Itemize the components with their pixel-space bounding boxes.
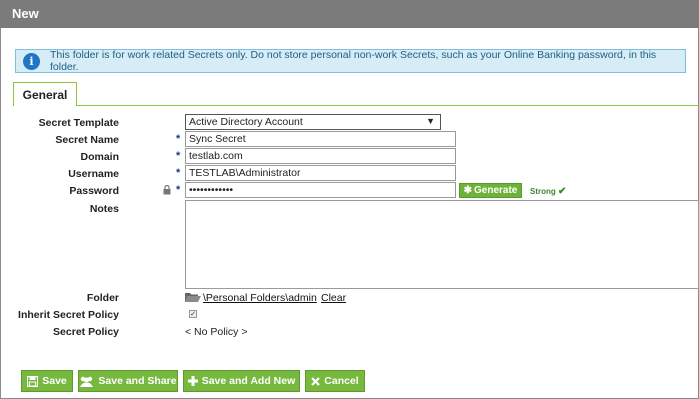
- username-input[interactable]: TESTLAB\Administrator: [185, 165, 456, 181]
- secret-template-label: Secret Template: [38, 117, 119, 129]
- password-value: ••••••••••••: [189, 184, 234, 196]
- save-and-share-button[interactable]: Save and Share: [78, 370, 178, 392]
- inherit-policy-checkbox[interactable]: ✓: [189, 310, 197, 318]
- folder-path-link[interactable]: \Personal Folders\admin: [203, 292, 317, 304]
- generate-password-button[interactable]: ✱ Generate: [459, 183, 522, 198]
- required-star-icon: *: [176, 167, 181, 179]
- users-icon: [79, 376, 94, 387]
- info-banner: i This folder is for work related Secret…: [15, 49, 686, 73]
- save-and-add-new-button[interactable]: Save and Add New: [183, 370, 300, 392]
- domain-value: testlab.com: [189, 150, 243, 162]
- cancel-label: Cancel: [324, 375, 359, 387]
- save-button[interactable]: Save: [21, 370, 73, 392]
- info-message: This folder is for work related Secrets …: [50, 49, 657, 73]
- save-and-share-label: Save and Share: [98, 375, 177, 387]
- username-label: Username: [68, 168, 119, 180]
- username-value: TESTLAB\Administrator: [189, 167, 301, 179]
- dropdown-arrow-icon: ▼: [426, 116, 435, 126]
- inherit-policy-label: Inherit Secret Policy: [18, 309, 119, 321]
- secret-name-label: Secret Name: [55, 134, 119, 146]
- domain-input[interactable]: testlab.com: [185, 148, 456, 164]
- required-star-icon: *: [176, 150, 181, 162]
- info-icon: i: [23, 52, 40, 70]
- password-strength: Strong ✔: [530, 186, 566, 197]
- tab-general[interactable]: General: [13, 82, 77, 106]
- tab-general-label: General: [22, 87, 68, 102]
- required-star-icon: *: [176, 133, 181, 145]
- save-icon: [27, 375, 39, 387]
- password-input[interactable]: ••••••••••••: [185, 182, 456, 198]
- tab-divider: [13, 105, 699, 106]
- folder-icon: [185, 292, 201, 303]
- domain-label: Domain: [80, 151, 119, 163]
- save-label: Save: [42, 375, 67, 387]
- password-label: Password: [69, 185, 119, 197]
- secret-name-value: Sync Secret: [189, 133, 246, 145]
- close-icon: [311, 376, 321, 386]
- cancel-button[interactable]: Cancel: [305, 370, 365, 392]
- secret-policy-value: < No Policy >: [185, 326, 248, 338]
- notes-label: Notes: [89, 203, 119, 215]
- folder-clear-link[interactable]: Clear: [321, 292, 346, 304]
- secret-name-input[interactable]: Sync Secret: [185, 131, 456, 147]
- secret-template-select[interactable]: Active Directory Account ▼: [185, 114, 441, 130]
- generate-label: Generate: [474, 185, 518, 196]
- save-and-add-new-label: Save and Add New: [201, 375, 296, 387]
- password-strength-label: Strong: [530, 187, 556, 196]
- dialog-title-text: New: [12, 6, 39, 21]
- gear-icon: ✱: [463, 185, 473, 196]
- notes-textarea[interactable]: [185, 200, 699, 289]
- plus-icon: [187, 376, 198, 386]
- secret-policy-label: Secret Policy: [53, 326, 119, 338]
- lock-icon[interactable]: [163, 184, 171, 197]
- dialog-title: New: [0, 0, 699, 28]
- check-icon: ✔: [558, 186, 567, 197]
- folder-label: Folder: [86, 292, 119, 304]
- required-star-icon: *: [176, 184, 181, 196]
- secret-template-value: Active Directory Account: [189, 116, 303, 128]
